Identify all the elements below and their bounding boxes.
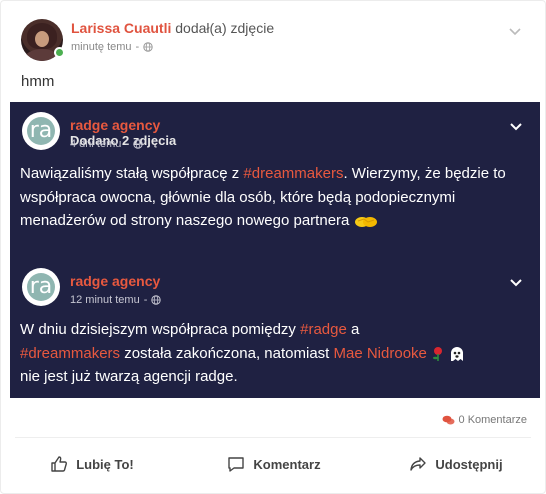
comment-label: Komentarz (253, 456, 321, 472)
rose-emoji-icon (433, 346, 443, 361)
globe-icon (133, 139, 143, 149)
agency-logo[interactable]: ra (22, 268, 60, 306)
share-button[interactable]: Udostępnij (365, 447, 546, 481)
post-meta: minutę temu - (71, 41, 153, 53)
mention-link[interactable]: Mae Nidrooke (334, 345, 427, 362)
online-status-icon (54, 47, 65, 58)
shared-post-meta: 4 dni temu - (70, 138, 143, 150)
comment-button[interactable]: Komentarz (183, 447, 365, 481)
agency-logo-mark: ra (27, 273, 55, 301)
comments-count[interactable]: 0 Komentarze (442, 414, 527, 426)
nested-post-time[interactable]: 12 minut temu (70, 294, 140, 306)
comments-icon (442, 415, 455, 424)
nested-post-text: W dniu dzisiejszym współpraca pomiędzy #… (20, 318, 530, 389)
comments-count-label: 0 Komentarze (458, 414, 527, 426)
globe-icon (143, 42, 153, 52)
post-time[interactable]: minutę temu (71, 41, 132, 53)
nested-author-name[interactable]: radge agency (70, 273, 160, 289)
author-action: dodał(a) zdjęcie (175, 20, 275, 36)
author-line: Larissa Cuautli dodał(a) zdjęcie (71, 20, 274, 36)
like-label: Lubię To! (76, 456, 134, 472)
handshake-emoji-icon (354, 217, 377, 228)
chevron-down-icon[interactable] (508, 274, 524, 290)
thumbs-up-icon (51, 456, 68, 472)
shared-post-time[interactable]: 4 dni temu (70, 138, 121, 150)
post-card: Larissa Cuautli dodał(a) zdjęcie minutę … (0, 0, 546, 494)
hashtag-link[interactable]: #dreammakers (243, 165, 343, 182)
author-name[interactable]: Larissa Cuautli (71, 20, 171, 36)
nested-post-meta: 12 minut temu - (70, 294, 162, 306)
divider (15, 437, 531, 438)
hashtag-link[interactable]: #radge (300, 321, 347, 338)
shared-post-header: ra radge agency Dodano 2 zdjęcia 4 dni t… (22, 112, 528, 152)
shared-post[interactable]: ra radge agency Dodano 2 zdjęcia 4 dni t… (10, 102, 540, 398)
like-button[interactable]: Lubię To! (1, 447, 183, 481)
agency-logo[interactable]: ra (22, 112, 60, 150)
share-icon (410, 457, 427, 471)
comment-icon (228, 457, 245, 472)
post-header: Larissa Cuautli dodał(a) zdjęcie minutę … (21, 17, 529, 61)
post-text: hmm (21, 73, 55, 90)
share-label: Udostępnij (435, 456, 503, 472)
nested-author-line: radge agency (70, 273, 160, 289)
post-actions: Lubię To! Komentarz Udostępnij (1, 447, 546, 481)
shared-author-name[interactable]: radge agency (70, 117, 160, 133)
nested-post-header: ra radge agency 12 minut temu - (22, 268, 528, 308)
chevron-down-icon[interactable] (508, 118, 524, 134)
globe-icon (151, 295, 162, 305)
chevron-down-icon[interactable] (507, 23, 523, 39)
shared-post-text: Nawiązaliśmy stałą współpracę z #dreamma… (20, 165, 506, 229)
hashtag-link[interactable]: #dreammakers (20, 345, 120, 362)
ghost-emoji-icon (451, 346, 464, 361)
agency-logo-mark: ra (27, 117, 55, 145)
